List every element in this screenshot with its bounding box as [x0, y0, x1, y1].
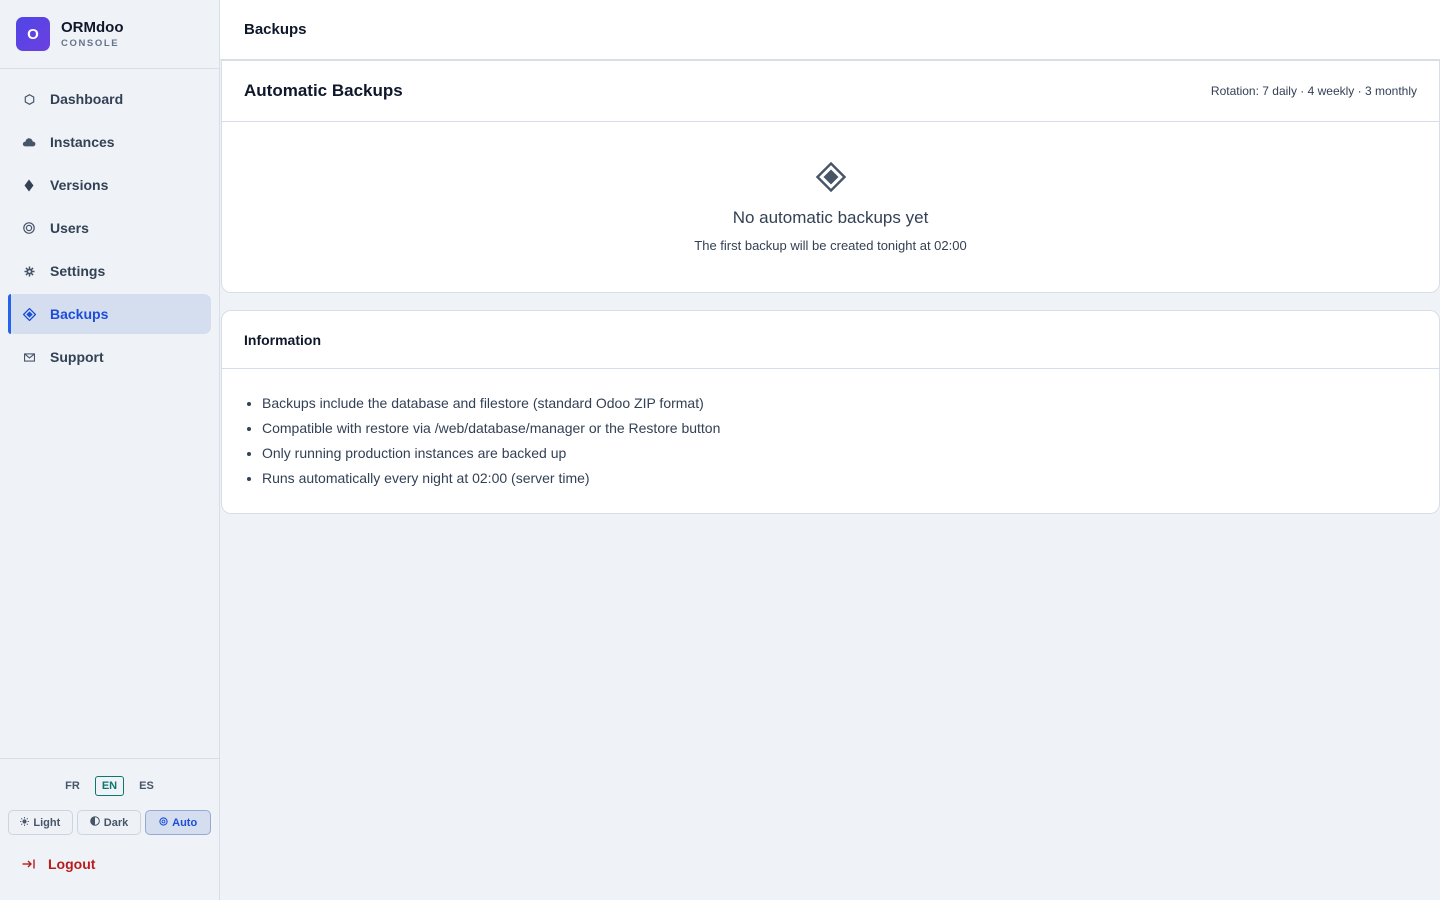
logout-icon: [22, 856, 35, 872]
language-fr-button[interactable]: FR: [58, 776, 87, 796]
language-switcher: FR EN ES: [8, 776, 211, 796]
sidebar-item-versions[interactable]: Versions: [8, 165, 211, 205]
sidebar-item-backups[interactable]: Backups: [8, 294, 211, 334]
sun-icon: [20, 816, 30, 829]
theme-auto-button[interactable]: Auto: [145, 810, 211, 835]
sidebar-item-label: Settings: [50, 263, 106, 279]
empty-state-subtitle: The first backup will be created tonight…: [694, 238, 967, 253]
sidebar-item-dashboard[interactable]: Dashboard: [8, 79, 211, 119]
language-en-button[interactable]: EN: [94, 776, 125, 796]
sidebar-item-support[interactable]: Support: [8, 337, 211, 377]
language-es-button[interactable]: ES: [132, 776, 161, 796]
theme-light-button[interactable]: Light: [8, 810, 73, 835]
hexagon-icon: [22, 93, 36, 105]
sidebar-item-settings[interactable]: Settings: [8, 251, 211, 291]
sidebar-item-instances[interactable]: Instances: [8, 122, 211, 162]
empty-state-title: No automatic backups yet: [732, 208, 929, 227]
brand-text: ORMdoo CONSOLE: [61, 20, 123, 49]
automatic-backups-card: Automatic Backups Rotation: 7 daily · 4 …: [221, 60, 1440, 293]
brand-logo: O: [16, 17, 50, 51]
logout-label: Logout: [48, 856, 96, 872]
diamond-icon: [22, 179, 36, 192]
brand-subtitle: CONSOLE: [61, 37, 120, 49]
sidebar-nav: Dashboard Instances Versions Users Setti…: [0, 69, 219, 377]
theme-dark-button[interactable]: Dark: [76, 810, 142, 835]
information-list: Backups include the database and filesto…: [222, 369, 1439, 513]
sidebar: O ORMdoo CONSOLE Dashboard Instances Ver…: [0, 0, 220, 900]
theme-light-label: Light: [33, 816, 61, 829]
page-title: Backups: [244, 21, 307, 38]
sidebar-item-label: Dashboard: [50, 91, 124, 107]
brand-name: ORMdoo: [61, 18, 124, 36]
sidebar-item-label: Users: [50, 220, 89, 236]
backup-diamond-icon: [815, 161, 846, 193]
half-moon-icon: [89, 816, 100, 829]
logout-button[interactable]: Logout: [8, 852, 211, 876]
gear-icon: [22, 265, 36, 277]
theme-dark-label: Dark: [103, 816, 129, 829]
cloud-icon: [22, 137, 36, 147]
topbar: Backups: [220, 0, 1440, 60]
sidebar-item-label: Versions: [50, 177, 109, 193]
brand[interactable]: O ORMdoo CONSOLE: [0, 0, 219, 69]
list-item: Runs automatically every night at 02:00 …: [262, 466, 1417, 491]
theme-switcher: Light Dark Auto: [8, 810, 211, 835]
list-item: Only running production instances are ba…: [262, 441, 1417, 466]
sidebar-item-label: Support: [50, 349, 104, 365]
information-header: Information: [222, 311, 1439, 369]
sidebar-item-users[interactable]: Users: [8, 208, 211, 248]
automatic-backups-title: Automatic Backups: [244, 81, 403, 100]
empty-state: No automatic backups yet The first backu…: [222, 122, 1439, 292]
sidebar-item-label: Instances: [50, 134, 115, 150]
rotation-policy: Rotation: 7 daily · 4 weekly · 3 monthly: [1210, 84, 1417, 98]
list-item: Compatible with restore via /web/databas…: [262, 416, 1417, 441]
information-title: Information: [244, 331, 321, 348]
theme-auto-label: Auto: [172, 816, 198, 829]
sidebar-item-label: Backups: [50, 306, 109, 322]
mail-icon: [22, 352, 36, 362]
sidebar-footer: FR EN ES Light Dark Auto Logout: [0, 758, 219, 900]
backup-diamond-icon: [22, 307, 36, 321]
auto-circle-icon: [159, 816, 168, 829]
list-item: Backups include the database and filesto…: [262, 391, 1417, 416]
users-icon: [22, 222, 36, 234]
app: O ORMdoo CONSOLE Dashboard Instances Ver…: [0, 0, 1440, 900]
automatic-backups-header: Automatic Backups Rotation: 7 daily · 4 …: [222, 61, 1439, 122]
main-content: Backups Automatic Backups Rotation: 7 da…: [220, 0, 1440, 900]
information-card: Information Backups include the database…: [221, 310, 1440, 514]
